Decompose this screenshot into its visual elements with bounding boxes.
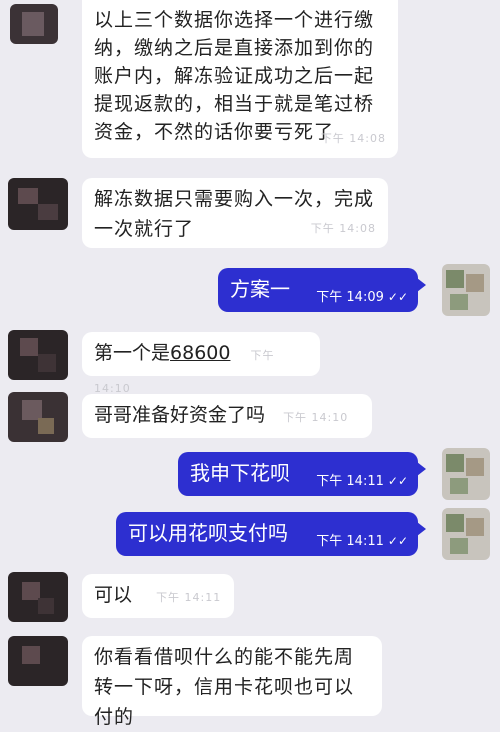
message-text: 方案一: [230, 277, 290, 301]
message-time: 下午 14:10: [283, 411, 349, 424]
message-row: 可以 下午 14:11: [0, 568, 500, 626]
read-receipt-icon: ✓✓: [387, 290, 408, 304]
message-row: 你看看借呗什么的能不能先周转一下呀，信用卡花呗也可以付的: [0, 630, 500, 728]
read-receipt-icon: ✓✓: [387, 474, 408, 488]
message-row: 方案一 下午 14:09 ✓✓: [0, 262, 500, 318]
message-time: 下午 14:11: [316, 534, 384, 549]
avatar[interactable]: [8, 572, 68, 622]
message-time: 下午 14:09: [316, 290, 384, 305]
read-receipt-icon: ✓✓: [387, 534, 408, 548]
message-row: 我申下花呗 下午 14:11 ✓✓: [0, 448, 500, 504]
message-bubble[interactable]: 我申下花呗 下午 14:11 ✓✓: [178, 452, 418, 496]
message-bubble[interactable]: 可以用花呗支付吗 下午 14:11 ✓✓: [116, 512, 418, 556]
message-row: 哥哥准备好资金了吗 下午 14:10: [0, 388, 500, 446]
avatar[interactable]: [8, 178, 68, 230]
message-time: 下午 14:11: [156, 591, 222, 604]
message-time: 下午 14:08: [310, 222, 376, 235]
message-bubble[interactable]: 第一个是68600 下午 14:10: [82, 332, 320, 395]
message-text: 第一个是: [94, 342, 171, 364]
message-bubble[interactable]: 以上三个数据你选择一个进行缴纳，缴纳之后是直接添加到你的账户内，解冻验证成功之后…: [82, 0, 398, 158]
message-row: 解冻数据只需要购入一次，完成一次就行了 下午 14:08: [0, 172, 500, 252]
avatar[interactable]: [10, 4, 58, 44]
avatar[interactable]: [8, 330, 68, 380]
message-row: 可以用花呗支付吗 下午 14:11 ✓✓: [0, 508, 500, 564]
message-text: 可以用花呗支付吗: [128, 521, 288, 545]
message-bubble[interactable]: 解冻数据只需要购入一次，完成一次就行了 下午 14:08: [82, 178, 388, 248]
message-text: 我申下花呗: [190, 461, 290, 485]
message-text: 哥哥准备好资金了吗: [94, 404, 266, 426]
avatar[interactable]: [8, 392, 68, 442]
amount-link[interactable]: 68600: [170, 342, 230, 364]
message-time: 下午 14:08: [320, 132, 386, 145]
message-row: 第一个是68600 下午 14:10: [0, 326, 500, 395]
message-bubble[interactable]: 哥哥准备好资金了吗 下午 14:10: [82, 394, 372, 438]
message-time: 下午 14:11: [316, 474, 384, 489]
avatar[interactable]: [442, 264, 490, 316]
avatar[interactable]: [442, 508, 490, 560]
message-text: 你看看借呗什么的能不能先周转一下呀，信用卡花呗也可以付的: [94, 646, 355, 728]
message-row: 以上三个数据你选择一个进行缴纳，缴纳之后是直接添加到你的账户内，解冻验证成功之后…: [0, 0, 500, 165]
message-bubble[interactable]: 可以 下午 14:11: [82, 574, 234, 618]
message-text: 可以: [94, 584, 133, 606]
avatar[interactable]: [442, 448, 490, 500]
message-bubble[interactable]: 你看看借呗什么的能不能先周转一下呀，信用卡花呗也可以付的: [82, 636, 382, 728]
avatar[interactable]: [8, 636, 68, 686]
message-bubble[interactable]: 方案一 下午 14:09 ✓✓: [218, 268, 418, 312]
